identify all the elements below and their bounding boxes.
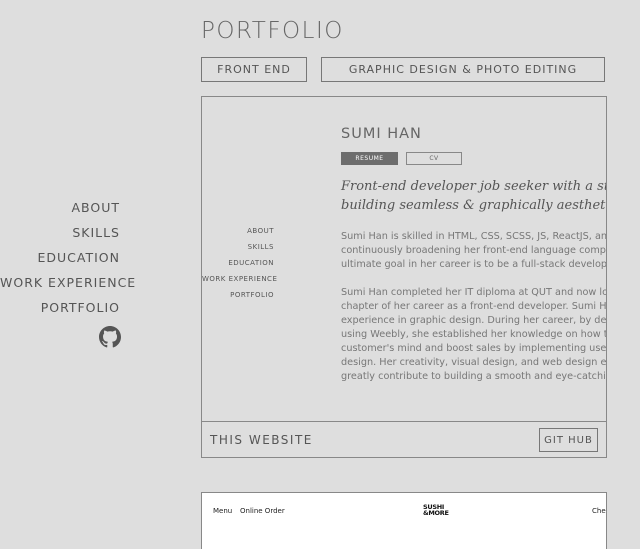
preview-resume-button: RESUME bbox=[341, 152, 398, 165]
paragraph-line: greatly contribute to building a smooth … bbox=[341, 371, 606, 382]
paragraph-line: design. Her creativity, visual design, a… bbox=[341, 357, 606, 368]
nav-education[interactable]: EDUCATION bbox=[0, 245, 120, 270]
preview-name: SUMI HAN bbox=[341, 126, 422, 142]
paragraph-line: chapter of her career as a front-end dev… bbox=[341, 301, 606, 312]
preview-nav-item: SKILLS bbox=[247, 243, 274, 251]
paragraph-line: continuously broadening her front-end la… bbox=[341, 245, 606, 256]
preview-nav-item: ABOUT bbox=[247, 227, 274, 235]
preview-cv-button: CV bbox=[406, 152, 462, 165]
paragraph-line: experience in graphic design. During her… bbox=[341, 315, 606, 326]
paragraph-line: customer's mind and boost sales by imple… bbox=[341, 343, 606, 354]
preview-nav-item: PORTFOLIO bbox=[230, 291, 274, 299]
preview-nav-item: EDUCATION bbox=[228, 259, 274, 267]
github-icon[interactable] bbox=[99, 326, 121, 348]
paragraph-line: using Weebly, she established her knowle… bbox=[341, 329, 606, 340]
tagline-line: building seamless & graphically aestheti… bbox=[341, 198, 606, 213]
project-card-2[interactable]: Menu Online Order SUSHI &MORE Chec bbox=[201, 492, 607, 549]
github-button[interactable]: GIT HUB bbox=[539, 428, 598, 452]
page-title: PORTFOLIO bbox=[201, 18, 344, 44]
tagline-line: Front-end developer job seeker with a st… bbox=[341, 179, 606, 194]
preview-online-order-link: Online Order bbox=[240, 507, 285, 515]
nav-skills[interactable]: SKILLS bbox=[0, 220, 120, 245]
preview-menu-link: Menu bbox=[213, 507, 233, 515]
preview-nav-item: WORK EXPERIENCE bbox=[202, 275, 278, 283]
paragraph-line: ultimate goal in her career is to be a f… bbox=[341, 259, 606, 270]
project-preview[interactable]: ABOUT SKILLS EDUCATION WORK EXPERIENCE P… bbox=[202, 97, 606, 421]
preview-tagline: Front-end developer job seeker with a st… bbox=[341, 177, 606, 215]
preview-check-link: Chec bbox=[592, 507, 606, 515]
nav-about[interactable]: ABOUT bbox=[0, 195, 120, 220]
nav-work-experience[interactable]: WORK EXPERIENCE bbox=[0, 270, 135, 295]
tab-graphic-design[interactable]: GRAPHIC DESIGN & PHOTO EDITING bbox=[321, 57, 605, 82]
side-nav: ABOUT SKILLS EDUCATION WORK EXPERIENCE P… bbox=[0, 195, 135, 320]
sushi-logo: SUSHI &MORE bbox=[423, 504, 449, 517]
tab-front-end[interactable]: FRONT END bbox=[201, 57, 307, 82]
paragraph-line: Sumi Han is skilled in HTML, CSS, SCSS, … bbox=[341, 231, 606, 242]
preview-nav: ABOUT SKILLS EDUCATION WORK EXPERIENCE P… bbox=[202, 223, 278, 303]
paragraph-line: Sumi Han completed her IT diploma at QUT… bbox=[341, 287, 606, 298]
preview-paragraph: Sumi Han completed her IT diploma at QUT… bbox=[341, 286, 606, 384]
project-card-footer: THIS WEBSITE GIT HUB bbox=[202, 421, 606, 457]
project-card: ABOUT SKILLS EDUCATION WORK EXPERIENCE P… bbox=[201, 96, 607, 458]
preview-paragraph: Sumi Han is skilled in HTML, CSS, SCSS, … bbox=[341, 230, 606, 272]
logo-line: &MORE bbox=[423, 509, 449, 517]
project-title: THIS WEBSITE bbox=[210, 433, 313, 447]
nav-portfolio[interactable]: PORTFOLIO bbox=[0, 295, 120, 320]
